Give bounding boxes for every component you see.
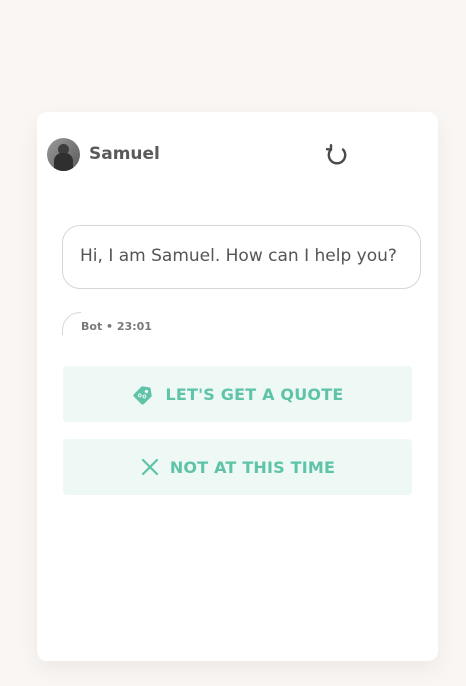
bubble-tail (62, 312, 81, 335)
not-at-this-time-button[interactable]: NOT AT THIS TIME (63, 439, 412, 495)
bot-message-text: Hi, I am Samuel. How can I help you? (80, 246, 397, 266)
get-quote-button[interactable]: LET'S GET A QUOTE (63, 366, 412, 422)
close-icon (141, 458, 158, 476)
avatar (47, 138, 80, 171)
tag-icon (132, 386, 152, 405)
not-at-this-time-label: NOT AT THIS TIME (169, 457, 336, 477)
chat-widget: Samuel Hi, I am Samuel. How can I help y… (37, 112, 438, 661)
message-meta: Bot • 23:01 (81, 320, 152, 333)
chat-header: Samuel (47, 138, 438, 172)
get-quote-label: LET'S GET A QUOTE (165, 384, 344, 404)
agent-name: Samuel (89, 144, 160, 164)
bot-message-bubble: Hi, I am Samuel. How can I help you? (62, 225, 421, 289)
refresh-icon[interactable] (324, 142, 350, 168)
